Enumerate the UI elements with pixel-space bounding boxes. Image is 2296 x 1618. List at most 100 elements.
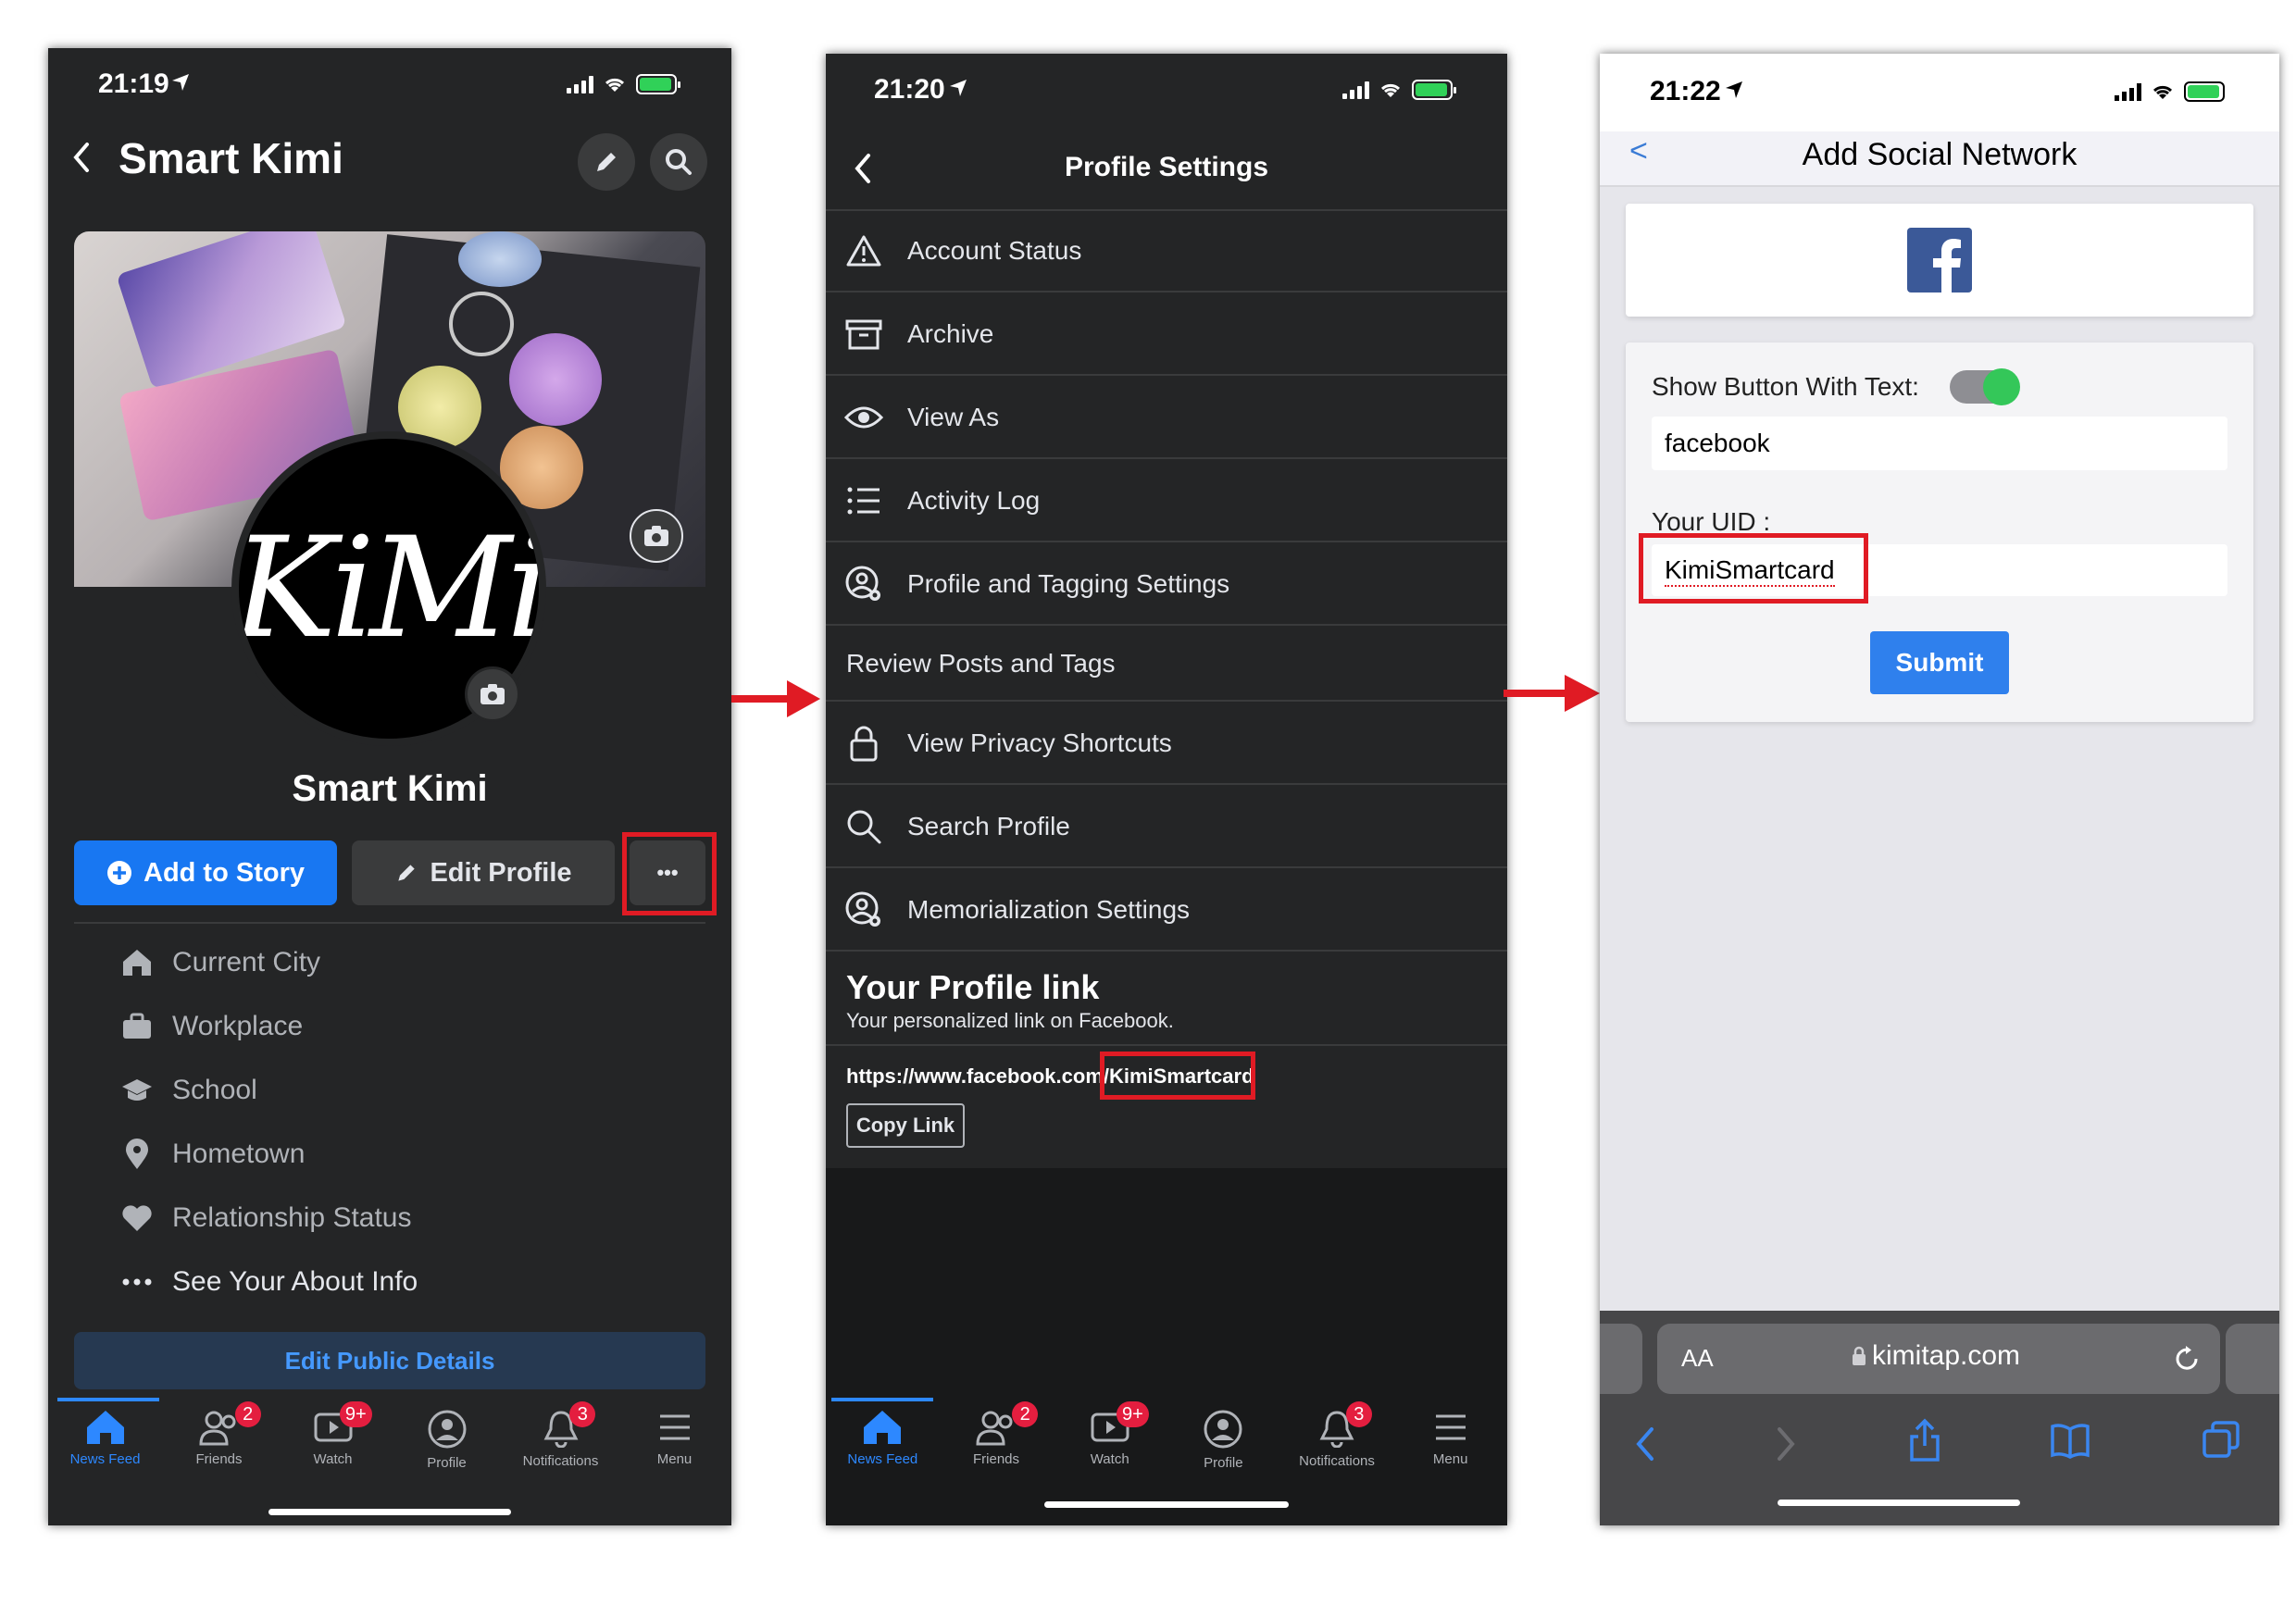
pencil-icon (398, 865, 416, 881)
menu-label: Archive (907, 319, 994, 348)
reload-icon[interactable] (2172, 1344, 2202, 1374)
button-text-input[interactable]: facebook (1652, 417, 2227, 470)
tab-profile[interactable]: Profile (1167, 1409, 1280, 1501)
back-chevron-icon[interactable] (69, 139, 94, 176)
add-to-story-button[interactable]: Add to Story (74, 840, 337, 905)
tabs-icon[interactable] (2202, 1420, 2240, 1459)
tab-active-indicator (57, 1398, 159, 1401)
tab-watch[interactable]: 9+ Watch (276, 1401, 390, 1501)
info-row-school[interactable]: School (48, 1074, 731, 1107)
profile-name: Smart Kimi (292, 768, 488, 809)
facebook-logo-card (1626, 204, 2253, 317)
prev-tab-peek (1600, 1324, 1642, 1394)
next-tab-peek (2226, 1324, 2279, 1394)
signal-icon (1342, 81, 1369, 99)
briefcase-icon (120, 1010, 154, 1043)
info-row-hometown[interactable]: Hometown (48, 1138, 731, 1171)
share-icon[interactable] (1907, 1418, 1942, 1462)
forward-arrow-icon[interactable] (1774, 1425, 1798, 1462)
menu-item-profile-tagging[interactable]: Profile and Tagging Settings (826, 544, 1507, 626)
battery-icon (2184, 81, 2225, 102)
eye-icon (844, 398, 883, 437)
show-button-toggle[interactable] (1950, 368, 2020, 405)
info-row-relationship[interactable]: Relationship Status (48, 1201, 731, 1235)
info-row-current-city[interactable]: Current City (48, 946, 731, 979)
highlight-box-uid (1639, 533, 1868, 604)
tab-news-feed[interactable]: News Feed (826, 1409, 940, 1501)
status-indicators (2115, 81, 2225, 102)
menu-item-search-profile[interactable]: Search Profile (826, 787, 1507, 868)
show-button-label: Show Button With Text: (1652, 372, 1919, 401)
tab-notifications[interactable]: 3 Notifications (1280, 1401, 1394, 1501)
tab-friends[interactable]: 2 Friends (940, 1401, 1054, 1501)
menu-item-activity-log[interactable]: Activity Log (826, 461, 1507, 542)
profile-icon (428, 1410, 466, 1449)
cover-keychain-3 (509, 333, 602, 426)
menu-label: Account Status (907, 236, 1082, 265)
search-button[interactable] (650, 133, 707, 191)
phone-panel-profile: 21:19 Smart Kimi KiMi Smart Kimi Add to … (48, 48, 731, 1525)
info-row-see-about[interactable]: See Your About Info (48, 1265, 731, 1299)
cover-keychain-1 (458, 231, 542, 287)
menu-label: Profile and Tagging Settings (907, 569, 1230, 598)
submit-button[interactable]: Submit (1870, 631, 2009, 694)
search-icon (844, 807, 883, 846)
more-dots-icon (120, 1265, 154, 1299)
tab-news-feed[interactable]: News Feed (48, 1409, 162, 1501)
cover-camera-button[interactable] (630, 509, 683, 563)
tab-watch[interactable]: 9+ Watch (1053, 1401, 1167, 1501)
menu-item-view-as[interactable]: View As (826, 378, 1507, 459)
menu-item-account-status[interactable]: Account Status (826, 211, 1507, 292)
menu-item-memorialization[interactable]: Memorialization Settings (826, 870, 1507, 952)
copy-link-button[interactable]: Copy Link (846, 1103, 965, 1148)
highlight-box-username (1100, 1052, 1255, 1100)
camera-icon (644, 526, 668, 546)
phone-panel-kimitap: 21:22 < Add Social Network Show Button W… (1600, 54, 2279, 1525)
tab-label: Notifications (1299, 1453, 1375, 1469)
edit-public-details-label: Edit Public Details (284, 1346, 495, 1375)
reader-aa-button[interactable]: AA (1681, 1344, 1714, 1373)
tab-label: News Feed (69, 1451, 141, 1467)
tab-notifications[interactable]: 3 Notifications (504, 1401, 618, 1501)
menu-item-archive[interactable]: Archive (826, 294, 1507, 376)
info-label: Relationship Status (172, 1202, 412, 1233)
graduation-cap-icon (120, 1074, 154, 1107)
status-time: 21:22 (1650, 76, 1721, 106)
edit-pencil-button[interactable] (578, 133, 635, 191)
tab-menu[interactable]: Menu (1393, 1409, 1507, 1501)
user-gear-icon (844, 565, 883, 604)
info-label: See Your About Info (172, 1266, 418, 1297)
info-row-workplace[interactable]: Workplace (48, 1010, 731, 1043)
info-label: Workplace (172, 1011, 304, 1041)
facebook-logo-icon (1907, 228, 1972, 292)
menu-label: Memorialization Settings (907, 895, 1191, 924)
lock-icon (1853, 1346, 1866, 1365)
menu-item-review-posts[interactable]: Review Posts and Tags (826, 628, 1507, 702)
status-time: 21:20 (874, 74, 945, 105)
hamburger-icon (659, 1414, 690, 1440)
toggle-knob (1983, 368, 2020, 405)
menu-label: View Privacy Shortcuts (907, 728, 1172, 757)
signal-icon (567, 75, 593, 93)
profile-link-divider (826, 1044, 1507, 1046)
phone-panel-settings: 21:20 Profile Settings Account Status Ar… (826, 54, 1507, 1525)
back-arrow-icon[interactable] (1633, 1425, 1657, 1462)
edit-public-details-button[interactable]: Edit Public Details (74, 1332, 705, 1389)
tab-profile[interactable]: Profile (390, 1409, 504, 1501)
tab-label: News Feed (847, 1451, 918, 1467)
status-indicators (1342, 80, 1456, 100)
cover-keyring (449, 292, 514, 356)
edit-profile-button[interactable]: Edit Profile (352, 840, 615, 905)
watch-badge: 9+ (1117, 1401, 1149, 1427)
menu-label: View As (907, 403, 1000, 431)
tab-friends[interactable]: 2 Friends (162, 1401, 276, 1501)
tab-label: Menu (1432, 1451, 1468, 1467)
url-bar[interactable]: AA kimitap.com (1657, 1324, 2220, 1394)
archive-box-icon (844, 315, 883, 354)
tab-menu[interactable]: Menu (618, 1409, 731, 1501)
avatar-camera-button[interactable] (465, 666, 520, 722)
menu-item-privacy-shortcuts[interactable]: View Privacy Shortcuts (826, 703, 1507, 785)
camera-icon (480, 684, 505, 704)
bookmarks-icon[interactable] (2050, 1422, 2090, 1459)
menu-label: Search Profile (907, 812, 1070, 840)
